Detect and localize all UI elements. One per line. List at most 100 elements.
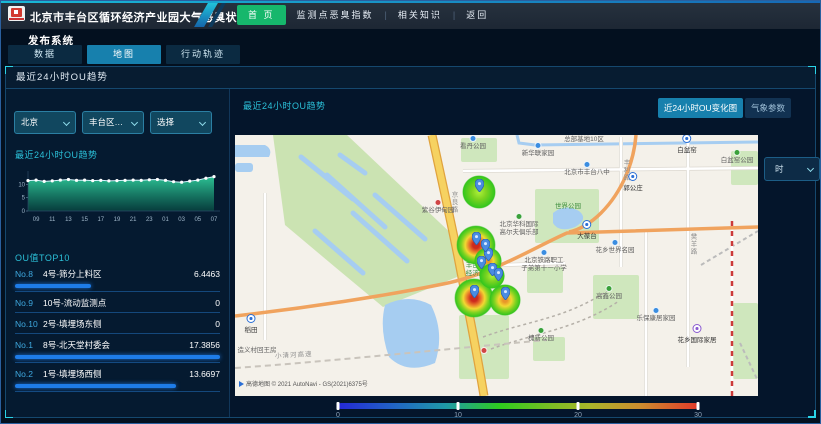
ou-value-bar [15, 284, 91, 288]
ou-list-row-4: No.21号-填埋场西侧13.6697 [15, 363, 220, 392]
map-pin-icon[interactable] [475, 179, 484, 197]
map-attribution: 高德地图 © 2021 AutoNavi - GS(2021)6375号 [239, 379, 368, 388]
tab-1[interactable]: 地图 [87, 45, 161, 64]
chevron-down-icon [63, 119, 70, 126]
panel-title: 最近24小时OU趋势 [16, 72, 108, 83]
region-select[interactable]: 北京 [14, 111, 76, 134]
legend-tick-mark [577, 402, 580, 410]
map-pin-icon[interactable] [472, 232, 481, 250]
map-section: 最近24小时OU趋势 近24小时OU变化图 气象参数 [231, 89, 815, 417]
svg-text:09: 09 [33, 217, 40, 223]
legend-tick-mark [337, 402, 340, 410]
amap-logo-icon [239, 381, 244, 387]
metro-name: 花乡国际家居 [678, 334, 717, 344]
map-panel-label: 最近24小时OU趋势 [243, 99, 326, 112]
metro-icon [693, 324, 702, 333]
map-poi-label-11: 紫谷伊甸园 [422, 207, 455, 215]
trend-chart: 0510091113151719212301030507 [10, 165, 226, 227]
blue-poi-icon [584, 161, 591, 168]
nav-item-0[interactable]: 首 页 [237, 5, 286, 25]
metro-name: 大葆台 [577, 230, 597, 240]
blue-poi-icon [535, 142, 542, 149]
ou-list-row-2: No.102号-填埋场东侧0 [15, 313, 220, 334]
legend-tick-label: 0 [336, 412, 340, 419]
heat-legend: 0102030 [338, 403, 698, 409]
green-poi-icon [734, 149, 741, 156]
ou-site-name: 10号-流动监测点 [43, 297, 215, 309]
map-poi-label-7: 高鑫公园 [596, 293, 622, 301]
map-pin-icon[interactable] [494, 268, 503, 286]
ou-list-row-3: No.18号-北天堂村委会17.3856 [15, 334, 220, 363]
map-pin-icon[interactable] [481, 239, 490, 257]
park-select[interactable]: 丰台区循环经济产 [82, 111, 144, 134]
green-poi-icon [516, 213, 523, 220]
weather-params-button[interactable]: 气象参数 [745, 98, 791, 118]
heat-map[interactable]: 高德地图 © 2021 AutoNavi - GS(2021)6375号 看丹公… [235, 135, 758, 396]
left-sidebar: 北京丰台区循环经济产选择 最近24小时OU趋势 0510091113151719… [6, 89, 230, 417]
map-poi-label-6: 花乡世界名园 [596, 247, 635, 255]
map-poi-label-0: 看丹公园 [460, 143, 486, 151]
map-pin-icon[interactable] [477, 256, 486, 274]
map-poi-label-10: 白盆窑公园 [721, 157, 754, 165]
svg-text:17: 17 [97, 217, 104, 223]
map-poi-label-8: 乐保康居家园 [637, 315, 676, 323]
road-label-3: 小清河高速 [275, 348, 313, 360]
road-label-1: 樊羊路 [687, 233, 697, 256]
ou-value: 6.4463 [194, 269, 220, 279]
ou-row-line: No.910号-流动监测点0 [15, 297, 220, 309]
nav-item-2[interactable]: 相关知识 [387, 5, 453, 25]
metro-name: 郭公庄 [623, 182, 643, 192]
nav-item-3[interactable]: 返回 [455, 5, 499, 25]
ou-rank: No.1 [15, 340, 43, 350]
map-pin-icon[interactable] [470, 285, 479, 303]
blue-poi-icon [653, 307, 660, 314]
map-poi-label-13: 造义村回王房 [238, 347, 277, 355]
red-poi-icon [435, 199, 442, 206]
legend-tick-label: 30 [694, 412, 702, 419]
metro-icon [683, 135, 692, 143]
site-select[interactable]: 选择 [150, 111, 212, 134]
map-pin-icon[interactable] [501, 287, 510, 305]
ou-row-line: No.84号-筛分上料区6.4463 [15, 268, 220, 280]
ou-site-name: 2号-填埋场东侧 [43, 318, 215, 330]
chevron-down-icon [807, 165, 814, 172]
app-logo-icon [8, 6, 25, 21]
map-poi-label-4: 世界公园 [555, 203, 581, 211]
svg-text:03: 03 [178, 217, 185, 223]
blue-poi-icon [470, 135, 477, 142]
map-poi-label-9: 槐新公园 [528, 335, 554, 343]
map-poi-label-5: 北京华科国际高尔夫俱乐部 [500, 221, 539, 237]
metro-station-2: 稻田 [245, 314, 258, 334]
ou-row-line: No.18号-北天堂村委会17.3856 [15, 339, 220, 351]
metro-station-0: 郭公庄 [623, 172, 643, 192]
dashboard-page: 北京市丰台区循环经济产业园大气恶臭状况实时 首 页监测点恶臭指数|相关知识|返回… [0, 0, 821, 424]
metro-name: 白盆窑 [677, 144, 697, 154]
svg-text:15: 15 [81, 217, 88, 223]
svg-text:23: 23 [146, 217, 153, 223]
nav-item-1[interactable]: 监测点恶臭指数 [286, 5, 385, 25]
view-tabs: 数据地图行动轨迹 [8, 45, 240, 64]
page-title: 北京市丰台区循环经济产业园大气恶臭状况实时 [30, 9, 272, 25]
ou-site-name: 1号-填埋场西侧 [43, 368, 189, 380]
legend-tick-label: 20 [574, 412, 582, 419]
svg-text:01: 01 [162, 217, 169, 223]
ou-row-line: No.21号-填埋场西侧13.6697 [15, 368, 220, 380]
ou-list-row-1: No.910号-流动监测点0 [15, 292, 220, 313]
ou-value-bar [15, 384, 176, 388]
svg-text:13: 13 [65, 217, 72, 223]
panel-header: 最近24小时OU趋势 [6, 67, 815, 89]
time-unit-select[interactable]: 时 [764, 157, 820, 181]
ou-value: 0 [215, 298, 220, 308]
trend-chart-label: 最近24小时OU趋势 [15, 148, 98, 161]
tab-0[interactable]: 数据 [8, 45, 82, 64]
ou-site-name: 8号-北天堂村委会 [43, 339, 189, 351]
blue-poi-icon [612, 239, 619, 246]
legend-tick-mark [457, 402, 460, 410]
ou-rank: No.2 [15, 369, 43, 379]
tab-2[interactable]: 行动轨迹 [166, 45, 240, 64]
filter-bar: 北京丰台区循环经济产选择 [14, 111, 212, 134]
ou-change-chart-button[interactable]: 近24小时OU变化图 [658, 98, 743, 118]
red-poi-icon [481, 347, 488, 354]
svg-text:10: 10 [18, 182, 25, 188]
ou-value: 0 [215, 319, 220, 329]
